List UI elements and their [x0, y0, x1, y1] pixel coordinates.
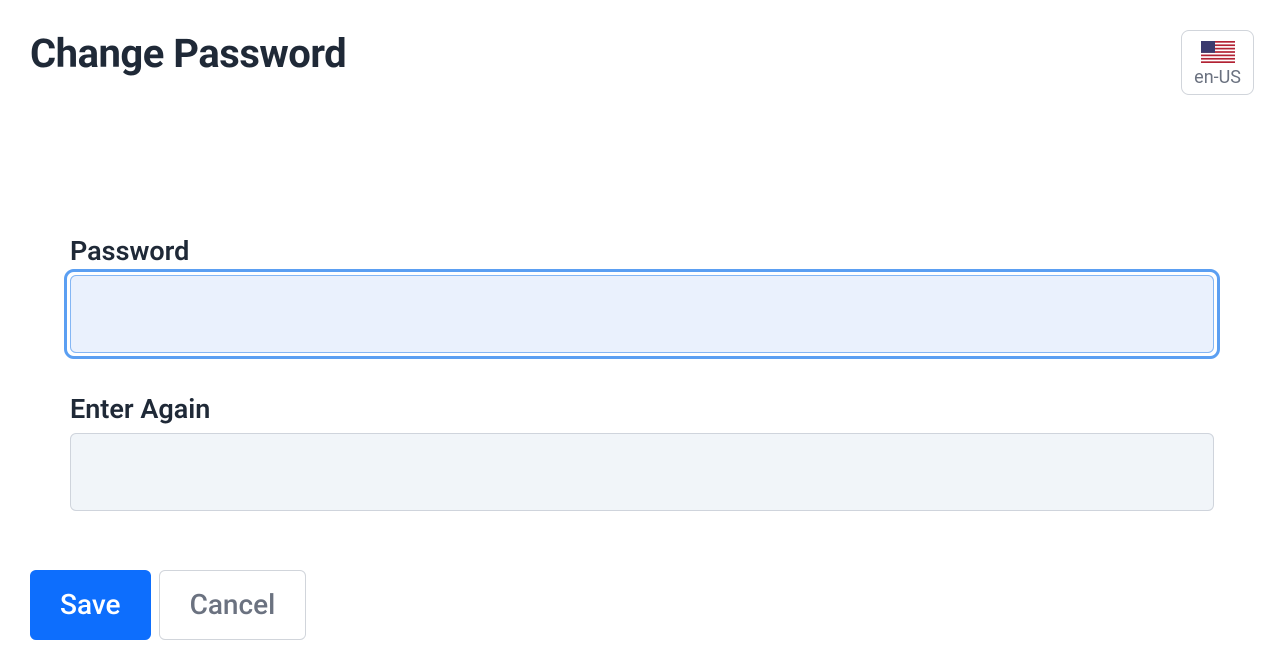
cancel-button[interactable]: Cancel [159, 570, 307, 640]
change-password-form: Password Enter Again [30, 95, 1254, 511]
save-button[interactable]: Save [30, 570, 151, 640]
confirm-password-label: Enter Again [70, 393, 1214, 425]
locale-code: en-US [1194, 67, 1241, 88]
us-flag-icon [1201, 41, 1235, 63]
password-input[interactable] [70, 275, 1214, 353]
password-label: Password [70, 235, 1214, 267]
locale-selector[interactable]: en-US [1181, 30, 1254, 95]
page-title: Change Password [30, 30, 346, 77]
confirm-password-input[interactable] [70, 433, 1214, 511]
